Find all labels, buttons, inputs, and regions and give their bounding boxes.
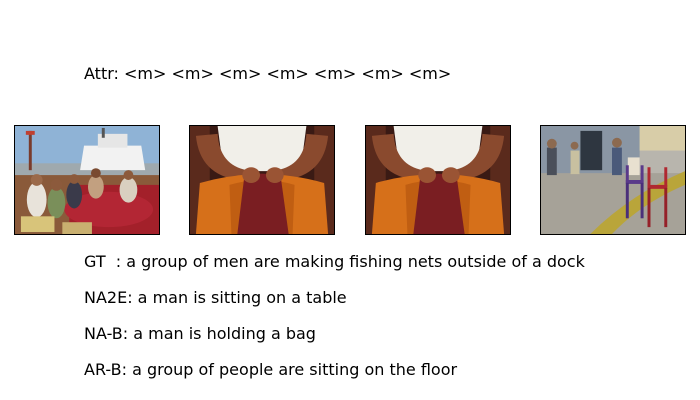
video-frame-3: [365, 125, 511, 235]
attribute-line: Attr: <m> <m> <m> <m> <m> <m> <m>: [84, 64, 452, 83]
video-frame-1: [14, 125, 160, 235]
courtyard-chairs-image: [541, 126, 685, 234]
hands-net-closeup-image: [190, 126, 334, 234]
caption-ground-truth: GT : a group of men are making fishing n…: [84, 252, 585, 271]
video-frame-4: [540, 125, 686, 235]
caption-na-b: NA-B: a man is holding a bag: [84, 324, 316, 343]
video-frame-2: [189, 125, 335, 235]
caption-ar-b: AR-B: a group of people are sitting on t…: [84, 360, 458, 379]
hands-net-closeup-image-2: [366, 126, 510, 234]
dock-fishermen-image: [15, 126, 159, 234]
caption-na2e: NA2E: a man is sitting on a table: [84, 288, 347, 307]
